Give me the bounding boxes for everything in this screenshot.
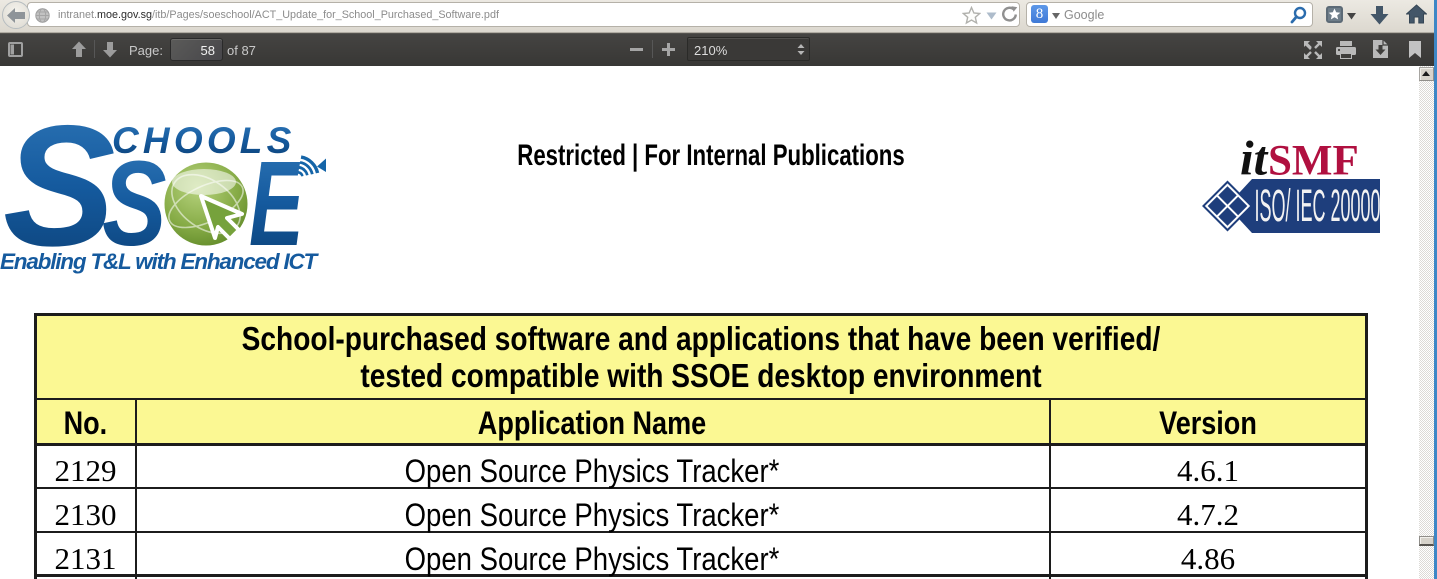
svg-text:Enabling T&L with Enhanced ICT: Enabling T&L with Enhanced ICT — [0, 249, 320, 274]
svg-text:it: it — [1240, 131, 1269, 186]
svg-text:SMF: SMF — [1268, 138, 1359, 185]
svg-text:ISO/ IEC 20000: ISO/ IEC 20000 — [1255, 182, 1381, 232]
